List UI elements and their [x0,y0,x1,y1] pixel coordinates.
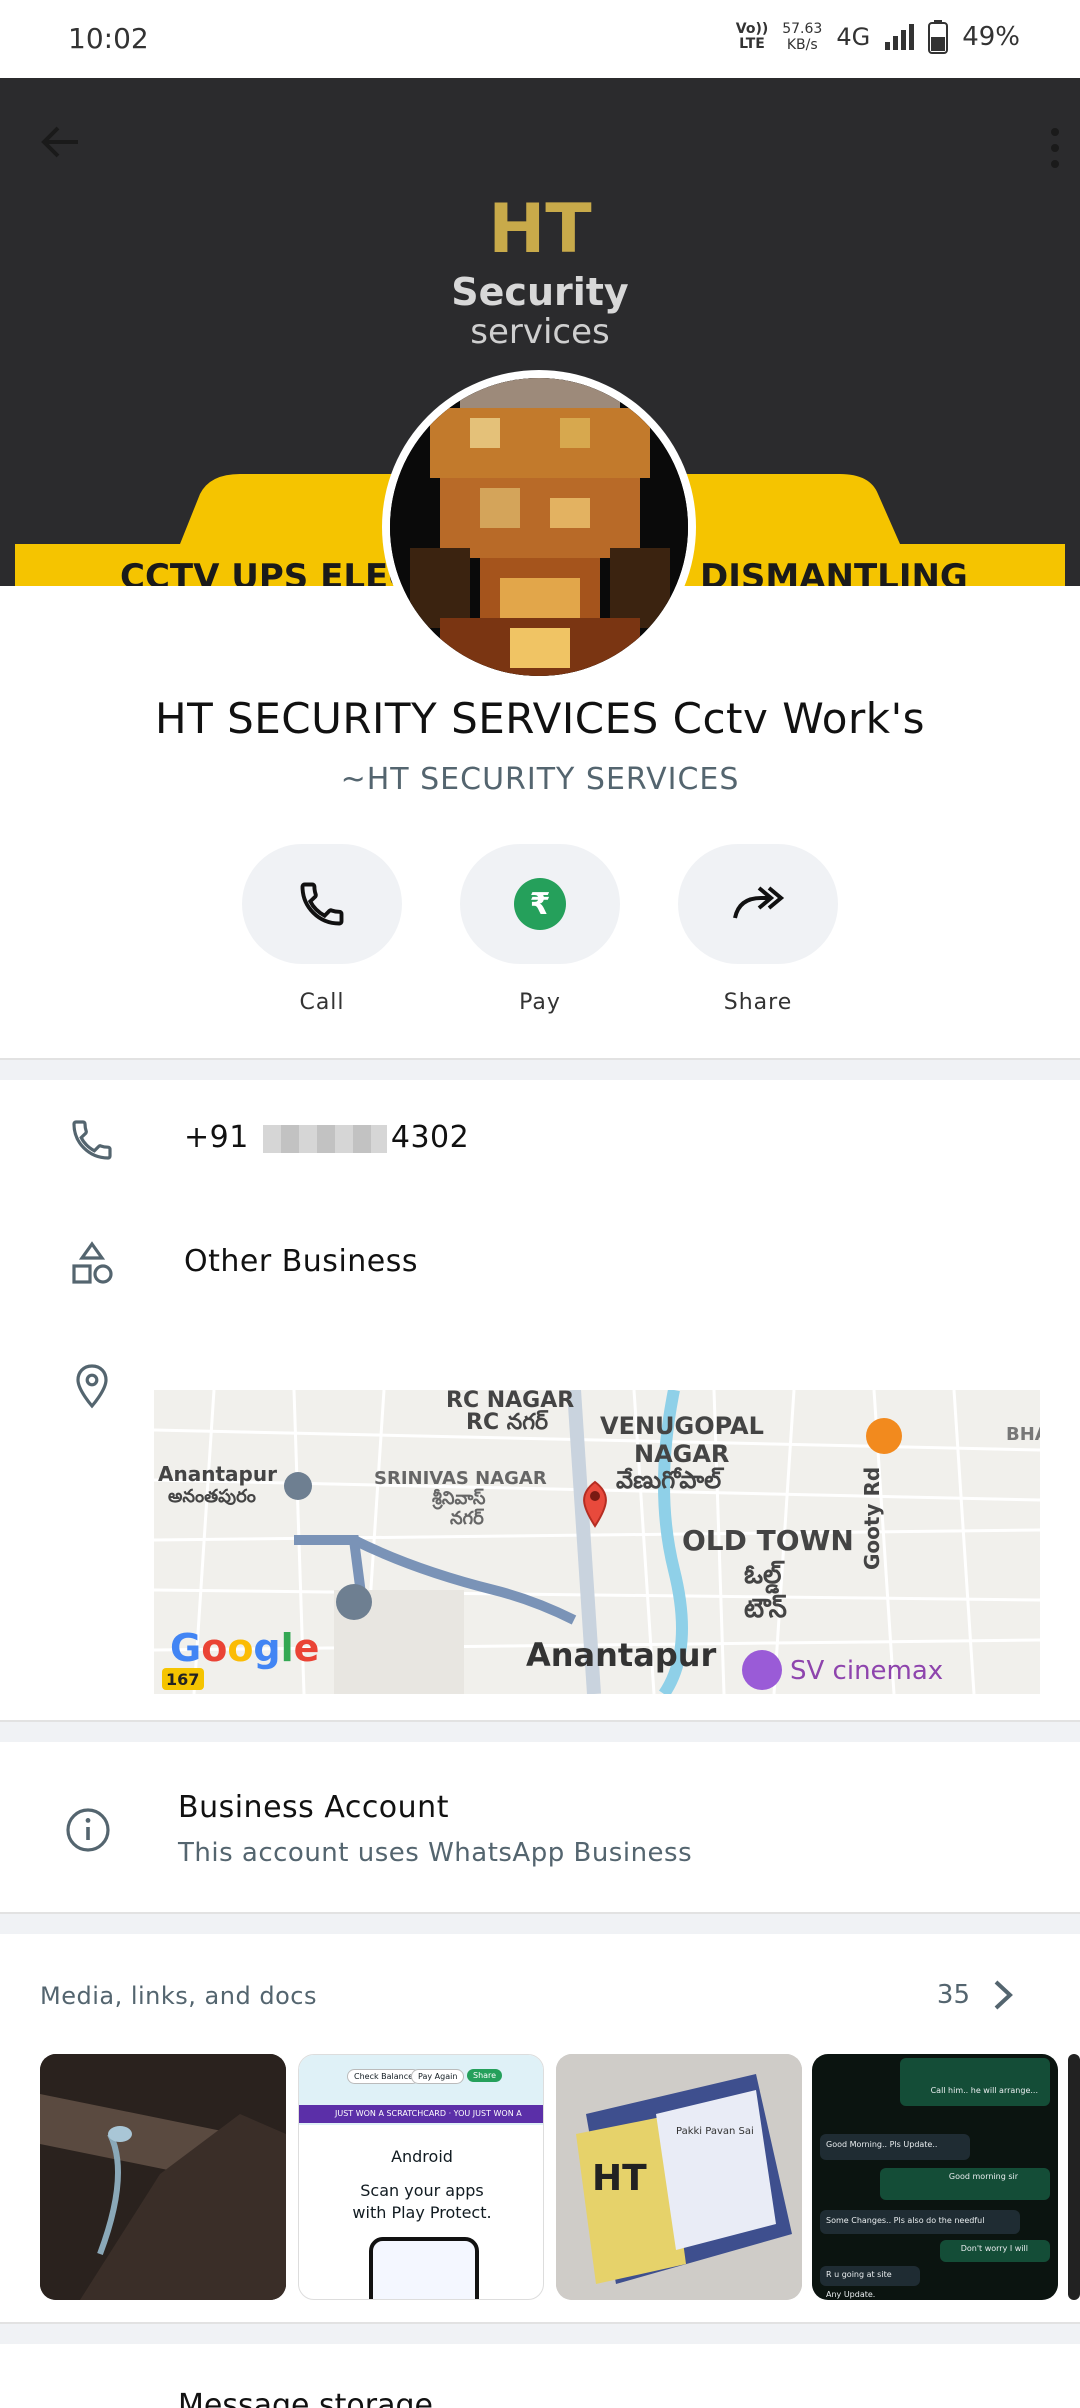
card-name: Pakki Pavan Sai [676,2126,754,2137]
section-divider [0,2322,1080,2344]
brand-line1: Security [451,270,629,314]
message-storage-label[interactable]: Message storage [178,2388,433,2408]
map-label: వేణుగోపాల్ [616,1466,722,1494]
map-label: VENUGOPAL [600,1412,764,1440]
map-label: RC నగర్ [466,1410,549,1435]
map-label: Anantapur [158,1462,277,1486]
chat-message: Some Changes.. Pls also do the needful [826,2216,985,2225]
map-label: టౌన్ [744,1594,787,1624]
media-thumbnail[interactable] [40,2054,286,2300]
pay-button[interactable]: ₹ [460,844,620,964]
avatar-image [390,378,688,676]
chat-message: Don't worry I will [960,2244,1028,2253]
map-label: నగర్ [450,1508,484,1529]
pay-again-chip: Pay Again [411,2069,465,2084]
speed-value: 57.63 [782,21,823,37]
phone-suffix: 4302 [390,1120,470,1155]
more-options-icon[interactable] [1048,126,1062,170]
map-label: ఓల్డ్ [744,1560,782,1590]
chevron-right-icon[interactable] [988,1978,1018,2012]
call-label: Call [299,990,345,1015]
call-button[interactable] [242,844,402,964]
media-thumbnail[interactable]: HT Pakki Pavan Sai [556,2054,802,2300]
profile-name: HT SECURITY SERVICES Cctv Work's [154,694,926,743]
profile-subtitle: ~HT SECURITY SERVICES [340,762,740,797]
chat-message: R u going at site [826,2270,892,2279]
location-pin-icon [76,1364,108,1409]
signal-icon [885,24,915,50]
rupee-icon: ₹ [514,878,566,930]
google-logo: Google [170,1626,320,1670]
banner-text-right: DISMANTLING [700,557,968,586]
map-label: OLD TOWN [682,1524,854,1557]
share-label: Share [723,990,793,1015]
status-bar: 10:02 Vo)) LTE 57.63 KB/s 4G 49% [0,0,1080,78]
volte-indicator: Vo)) LTE [735,21,769,52]
network-speed: 57.63 KB/s [782,21,822,53]
brand-title: HT [488,190,592,269]
business-category: Other Business [184,1244,419,1279]
card-logo: HT [592,2158,647,2199]
phone-icon [300,882,344,926]
photo-thumbnail [40,2054,286,2300]
map-label: SRINIVAS NAGAR [374,1468,547,1489]
chat-message: Call him.. he will arrange... [930,2086,1038,2095]
play-protect-line2: with Play Protect. [352,2203,492,2222]
avatar[interactable] [382,370,696,684]
location-map[interactable]: RC NAGAR RC నగర్ VENUGOPAL NAGAR వేణుగోప… [154,1390,1040,1694]
media-heading[interactable]: Media, links, and docs [40,1982,317,2010]
phone-illustration [369,2237,479,2299]
section-divider [0,1058,1080,1080]
phone-prefix: +91 [184,1120,249,1155]
chat-bubble-out [900,2058,1050,2106]
status-time: 10:02 [68,22,149,55]
media-thumbnail[interactable]: Call him.. he will arrange... Good Morni… [812,2054,1058,2300]
speed-unit: KB/s [786,37,818,53]
battery-percent: 49% [962,22,1020,52]
network-type: 4G [836,23,871,51]
map-label: Gooty Rd [860,1466,884,1570]
category-shapes-icon [72,1241,113,1284]
share-button[interactable] [678,844,838,964]
android-label: Android [391,2147,453,2166]
section-divider [0,1720,1080,1742]
status-indicators: Vo)) LTE 57.63 KB/s 4G 49% [736,20,1020,54]
pay-label: Pay [519,990,561,1015]
section-divider [0,1912,1080,1934]
back-arrow-icon[interactable] [38,120,82,164]
check-balance-chip: Check Balance [347,2069,421,2084]
scratchcard-banner: JUST WON A SCRATCHCARD · YOU JUST WON A [299,2105,543,2123]
map-label: BHA [1006,1424,1040,1445]
road-shield: 167 [166,1670,200,1689]
map-label: NAGAR [634,1440,730,1468]
redacted-digits [262,1124,387,1153]
chat-message: Any Update. [826,2290,876,2299]
chat-message: Good Morning.. Pls Update.. [826,2140,938,2149]
map-label: అనంతపురం [168,1486,256,1507]
media-thumbnail[interactable]: Check Balance Pay Again Share JUST WON A… [298,2054,544,2300]
info-icon [66,1808,110,1852]
media-count[interactable]: 35 [937,1980,970,2010]
share-chip: Share [467,2069,503,2082]
banner-text-left: CCTV UPS ELEC [120,557,413,586]
battery-icon [928,20,949,54]
map-label: SV cinemax [790,1656,944,1686]
media-thumbnail-partial[interactable] [1068,2054,1080,2300]
business-account-subtitle: This account uses WhatsApp Business [178,1838,693,1868]
business-account-title: Business Account [178,1790,449,1825]
brand-line2: services [470,312,610,352]
phone-number[interactable]: +91 4302 [184,1120,469,1155]
map-label: Anantapur [526,1636,717,1674]
phone-icon [72,1120,112,1160]
play-protect-line1: Scan your apps [360,2181,484,2200]
share-icon [733,886,785,919]
chat-message: Good morning sir [948,2172,1018,2181]
